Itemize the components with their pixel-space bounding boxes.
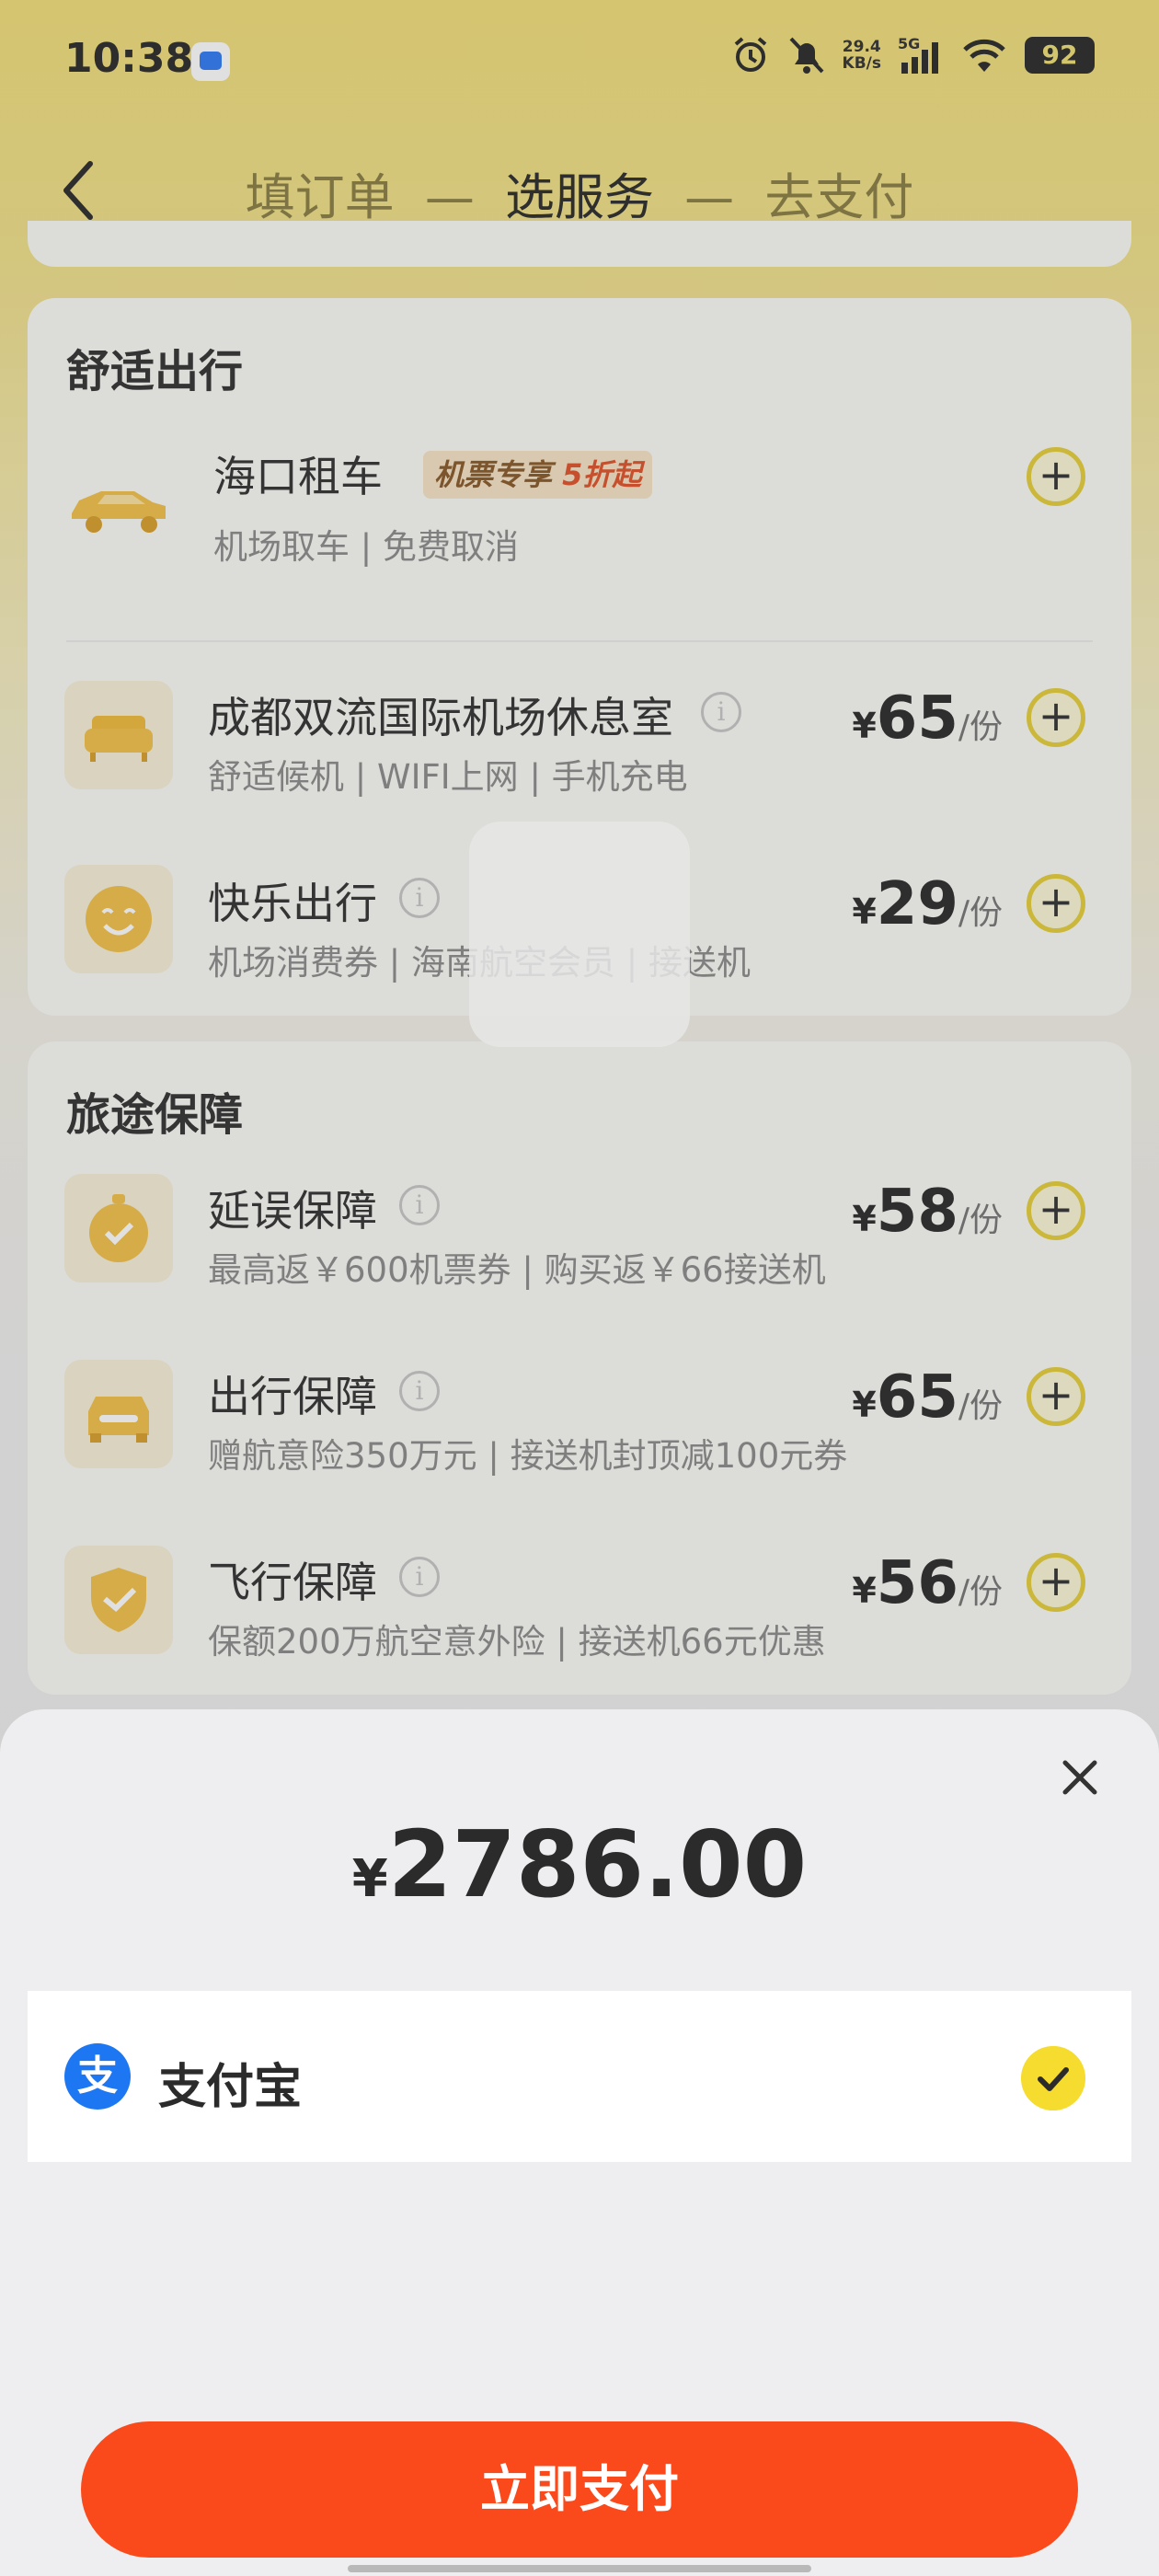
payment-method-name: 支付宝 xyxy=(158,2060,303,2115)
payment-method-alipay[interactable]: 支 支付宝 xyxy=(28,1991,1131,2162)
payment-sheet: ¥2786.00 支 支付宝 立即支付 xyxy=(0,1709,1159,2576)
close-icon[interactable] xyxy=(1056,1754,1104,1801)
loading-toast xyxy=(469,822,690,1047)
payment-amount: ¥2786.00 xyxy=(351,1811,808,1918)
alipay-logo-icon: 支 xyxy=(64,2043,131,2110)
pay-now-button[interactable]: 立即支付 xyxy=(81,2421,1078,2558)
home-indicator xyxy=(348,2565,811,2572)
checkmark-icon xyxy=(1021,2046,1085,2110)
